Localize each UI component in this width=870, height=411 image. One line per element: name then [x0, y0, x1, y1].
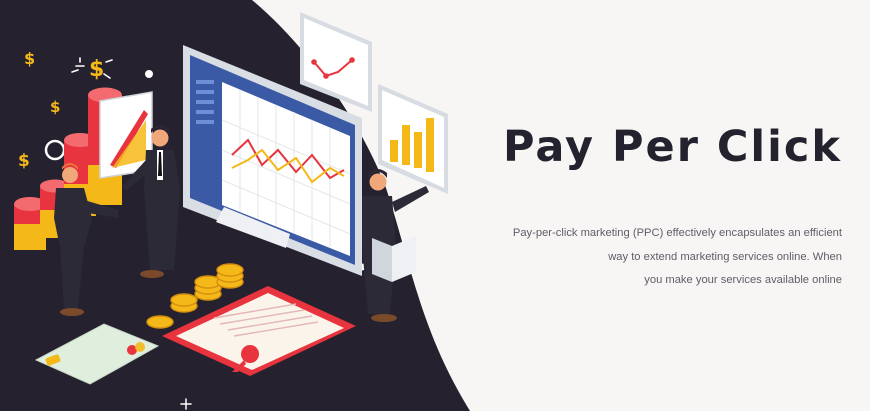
page-title: Pay Per Click — [502, 122, 842, 172]
svg-text:$: $ — [18, 151, 30, 171]
hero-text: Pay Per Click Pay-per-click marketing (P… — [470, 0, 842, 411]
hero-section: $ $ $ $ Pay Per Click Pay-per-click mark… — [0, 0, 870, 411]
bar-chart-icon — [378, 84, 448, 194]
description-line: way to extend marketing services online.… — [608, 250, 842, 263]
description-line: you make your services available online — [644, 274, 842, 286]
description-line: Pay-per-click marketing (PPC) effectivel… — [512, 227, 842, 239]
svg-text:$: $ — [50, 98, 60, 116]
svg-text:$: $ — [24, 49, 35, 68]
decor-dot — [145, 70, 153, 78]
svg-text:$: $ — [89, 57, 104, 82]
hero-description: Pay-per-click marketing (PPC) effectivel… — [470, 222, 842, 293]
